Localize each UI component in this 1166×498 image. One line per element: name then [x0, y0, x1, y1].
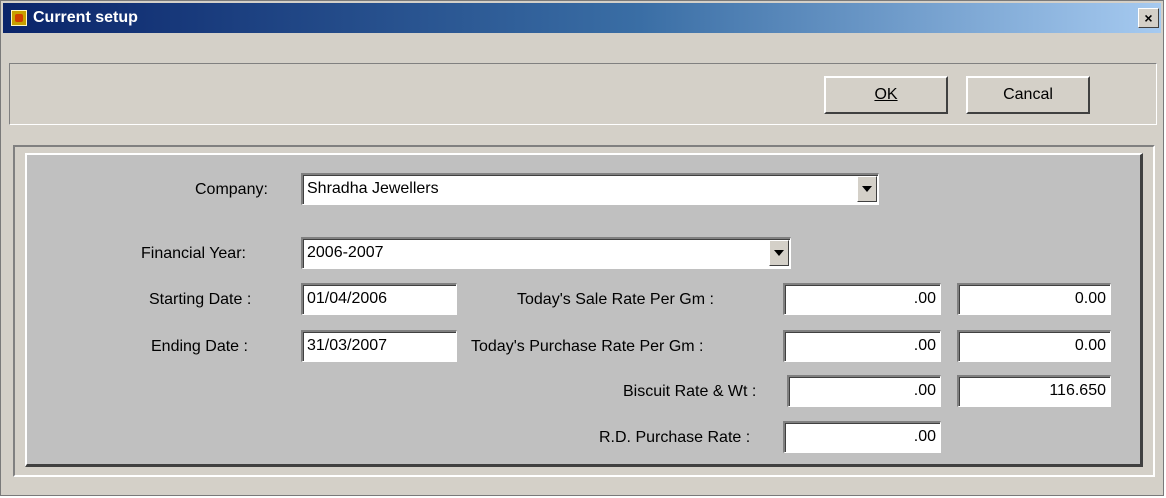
biscuit-weight-value: 116.650 — [1049, 382, 1106, 399]
starting-date-field[interactable]: 01/04/2006 — [301, 283, 457, 315]
purchase-rate-field-2[interactable]: 0.00 — [957, 330, 1111, 362]
close-button[interactable]: × — [1138, 8, 1159, 28]
biscuit-rate-label: Biscuit Rate & Wt : — [623, 383, 757, 400]
purchase-rate-value-2: 0.00 — [1074, 337, 1106, 354]
sale-rate-field-2[interactable]: 0.00 — [957, 283, 1111, 315]
ok-button-label: OK — [874, 86, 898, 103]
sale-rate-field[interactable]: .00 — [783, 283, 941, 315]
chevron-down-icon[interactable] — [857, 176, 877, 202]
starting-date-value: 01/04/2006 — [307, 290, 388, 307]
ending-date-label: Ending Date : — [151, 338, 248, 355]
financial-year-label: Financial Year: — [141, 245, 246, 262]
title-bar[interactable]: Current setup × — [3, 3, 1161, 33]
company-value: Shradha Jewellers — [307, 180, 439, 197]
financial-year-value: 2006-2007 — [307, 244, 384, 261]
chevron-down-icon[interactable] — [769, 240, 789, 266]
company-label: Company: — [195, 181, 268, 198]
rd-purchase-rate-field[interactable]: .00 — [783, 421, 941, 453]
rd-purchase-rate-label: R.D. Purchase Rate : — [599, 429, 751, 446]
cancel-button[interactable]: Cancal — [966, 76, 1090, 114]
sale-rate-value: .00 — [913, 290, 936, 307]
close-icon: × — [1144, 10, 1153, 26]
app-icon — [11, 10, 27, 26]
biscuit-weight-field[interactable]: 116.650 — [957, 375, 1111, 407]
ending-date-value: 31/03/2007 — [307, 337, 388, 354]
ok-button[interactable]: OK — [824, 76, 948, 114]
financial-year-select[interactable]: 2006-2007 — [301, 237, 791, 269]
rd-purchase-rate-value: .00 — [913, 428, 936, 445]
setup-panel: Company: Shradha Jewellers Financial Yea… — [13, 145, 1155, 477]
biscuit-rate-field[interactable]: .00 — [787, 375, 941, 407]
purchase-rate-label: Today's Purchase Rate Per Gm : — [471, 338, 704, 355]
company-select[interactable]: Shradha Jewellers — [301, 173, 879, 205]
setup-panel-inner: Company: Shradha Jewellers Financial Yea… — [25, 153, 1143, 467]
purchase-rate-field[interactable]: .00 — [783, 330, 941, 362]
purchase-rate-value: .00 — [913, 337, 936, 354]
ending-date-field[interactable]: 31/03/2007 — [301, 330, 457, 362]
button-bar: OK Cancal — [9, 63, 1157, 125]
starting-date-label: Starting Date : — [149, 291, 252, 308]
window-title: Current setup — [33, 9, 138, 26]
cancel-button-label: Cancal — [1003, 86, 1053, 103]
current-setup-window: Current setup × OK Cancal Company: Shrad… — [0, 0, 1164, 496]
biscuit-rate-value: .00 — [913, 382, 936, 399]
sale-rate-value-2: 0.00 — [1074, 290, 1106, 307]
sale-rate-label: Today's Sale Rate Per Gm : — [517, 291, 714, 308]
